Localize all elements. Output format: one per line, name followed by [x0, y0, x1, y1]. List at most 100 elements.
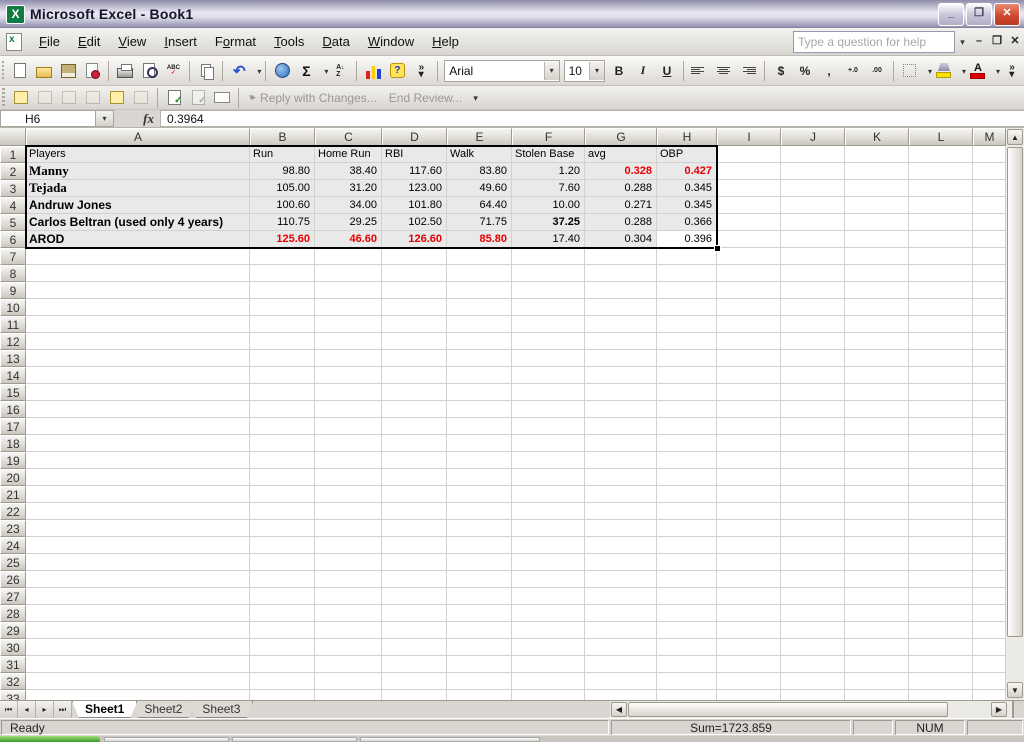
- cell-I29[interactable]: [717, 622, 781, 639]
- row-header-3[interactable]: 3: [0, 180, 26, 197]
- cell-F17[interactable]: [512, 418, 585, 435]
- cell-B28[interactable]: [250, 605, 315, 622]
- cell-E27[interactable]: [447, 588, 512, 605]
- cell-C31[interactable]: [315, 656, 382, 673]
- borders-icon[interactable]: ▾: [898, 59, 932, 83]
- cell-H30[interactable]: [657, 639, 717, 656]
- cell-F33[interactable]: [512, 690, 585, 700]
- cell-D3[interactable]: 123.00: [382, 180, 447, 197]
- column-header-F[interactable]: F: [512, 128, 585, 146]
- cell-H18[interactable]: [657, 435, 717, 452]
- cell-K3[interactable]: [845, 180, 909, 197]
- cell-C5[interactable]: 29.25: [315, 214, 382, 231]
- cell-M17[interactable]: [973, 418, 1006, 435]
- cell-G3[interactable]: 0.288: [585, 180, 657, 197]
- reviewbar-grip[interactable]: [2, 88, 5, 108]
- horizontal-scrollbar[interactable]: ◀ ▶: [610, 701, 1024, 718]
- cell-D10[interactable]: [382, 299, 447, 316]
- cell-A8[interactable]: [26, 265, 250, 282]
- cell-K26[interactable]: [845, 571, 909, 588]
- cell-J30[interactable]: [781, 639, 845, 656]
- menu-data[interactable]: Data: [313, 30, 358, 53]
- row-header-31[interactable]: 31: [0, 656, 26, 673]
- cell-C12[interactable]: [315, 333, 382, 350]
- autosum-icon[interactable]: Σ▾: [294, 59, 328, 83]
- formula-input[interactable]: 0.3964: [160, 110, 1024, 127]
- cell-D13[interactable]: [382, 350, 447, 367]
- spelling-icon[interactable]: ABC✓: [161, 59, 185, 83]
- cell-M29[interactable]: [973, 622, 1006, 639]
- row-header-27[interactable]: 27: [0, 588, 26, 605]
- cell-B17[interactable]: [250, 418, 315, 435]
- cell-E10[interactable]: [447, 299, 512, 316]
- cell-F30[interactable]: [512, 639, 585, 656]
- column-header-C[interactable]: C: [315, 128, 382, 146]
- cell-A28[interactable]: [26, 605, 250, 622]
- cell-B22[interactable]: [250, 503, 315, 520]
- mail-recipient-review-icon[interactable]: [210, 86, 234, 110]
- cell-E1[interactable]: Walk: [447, 146, 512, 163]
- menu-insert[interactable]: Insert: [155, 30, 206, 53]
- new-comment-icon[interactable]: [9, 86, 33, 110]
- cell-I25[interactable]: [717, 554, 781, 571]
- menu-format[interactable]: Format: [206, 30, 265, 53]
- cell-I20[interactable]: [717, 469, 781, 486]
- cell-L13[interactable]: [909, 350, 973, 367]
- cell-G6[interactable]: 0.304: [585, 231, 657, 248]
- column-header-H[interactable]: H: [657, 128, 717, 146]
- row-header-15[interactable]: 15: [0, 384, 26, 401]
- cell-C23[interactable]: [315, 520, 382, 537]
- cell-B5[interactable]: 110.75: [250, 214, 315, 231]
- cell-G8[interactable]: [585, 265, 657, 282]
- font-size-combo[interactable]: 10 ▾: [564, 60, 605, 82]
- horizontal-scroll-thumb[interactable]: [628, 702, 948, 717]
- copy-icon[interactable]: [194, 59, 218, 83]
- cell-D28[interactable]: [382, 605, 447, 622]
- cell-A20[interactable]: [26, 469, 250, 486]
- cell-F5[interactable]: 37.25: [512, 214, 585, 231]
- cell-E17[interactable]: [447, 418, 512, 435]
- cell-J13[interactable]: [781, 350, 845, 367]
- cell-I2[interactable]: [717, 163, 781, 180]
- cell-B2[interactable]: 98.80: [250, 163, 315, 180]
- cell-F9[interactable]: [512, 282, 585, 299]
- cell-D16[interactable]: [382, 401, 447, 418]
- name-box-dropdown-icon[interactable]: ▾: [96, 110, 114, 127]
- cell-K27[interactable]: [845, 588, 909, 605]
- cell-B14[interactable]: [250, 367, 315, 384]
- cell-J5[interactable]: [781, 214, 845, 231]
- cell-B25[interactable]: [250, 554, 315, 571]
- cell-F32[interactable]: [512, 673, 585, 690]
- cell-E11[interactable]: [447, 316, 512, 333]
- cell-I5[interactable]: [717, 214, 781, 231]
- cell-G21[interactable]: [585, 486, 657, 503]
- cell-J8[interactable]: [781, 265, 845, 282]
- cell-G17[interactable]: [585, 418, 657, 435]
- column-header-D[interactable]: D: [382, 128, 447, 146]
- fill-handle[interactable]: [714, 245, 721, 252]
- cell-K14[interactable]: [845, 367, 909, 384]
- cell-G15[interactable]: [585, 384, 657, 401]
- cell-D33[interactable]: [382, 690, 447, 700]
- cell-I8[interactable]: [717, 265, 781, 282]
- cell-L19[interactable]: [909, 452, 973, 469]
- cell-H27[interactable]: [657, 588, 717, 605]
- cell-D31[interactable]: [382, 656, 447, 673]
- cell-F25[interactable]: [512, 554, 585, 571]
- cell-J24[interactable]: [781, 537, 845, 554]
- cell-L3[interactable]: [909, 180, 973, 197]
- cell-K10[interactable]: [845, 299, 909, 316]
- cell-I16[interactable]: [717, 401, 781, 418]
- cell-H14[interactable]: [657, 367, 717, 384]
- cell-D27[interactable]: [382, 588, 447, 605]
- cell-D4[interactable]: 101.80: [382, 197, 447, 214]
- cell-F16[interactable]: [512, 401, 585, 418]
- first-sheet-icon[interactable]: ⏮: [0, 701, 18, 718]
- cell-A32[interactable]: [26, 673, 250, 690]
- previous-sheet-icon[interactable]: ◂: [18, 701, 36, 718]
- cell-J25[interactable]: [781, 554, 845, 571]
- cell-A24[interactable]: [26, 537, 250, 554]
- insert-hyperlink-icon[interactable]: [270, 59, 294, 83]
- cell-A25[interactable]: [26, 554, 250, 571]
- cell-J17[interactable]: [781, 418, 845, 435]
